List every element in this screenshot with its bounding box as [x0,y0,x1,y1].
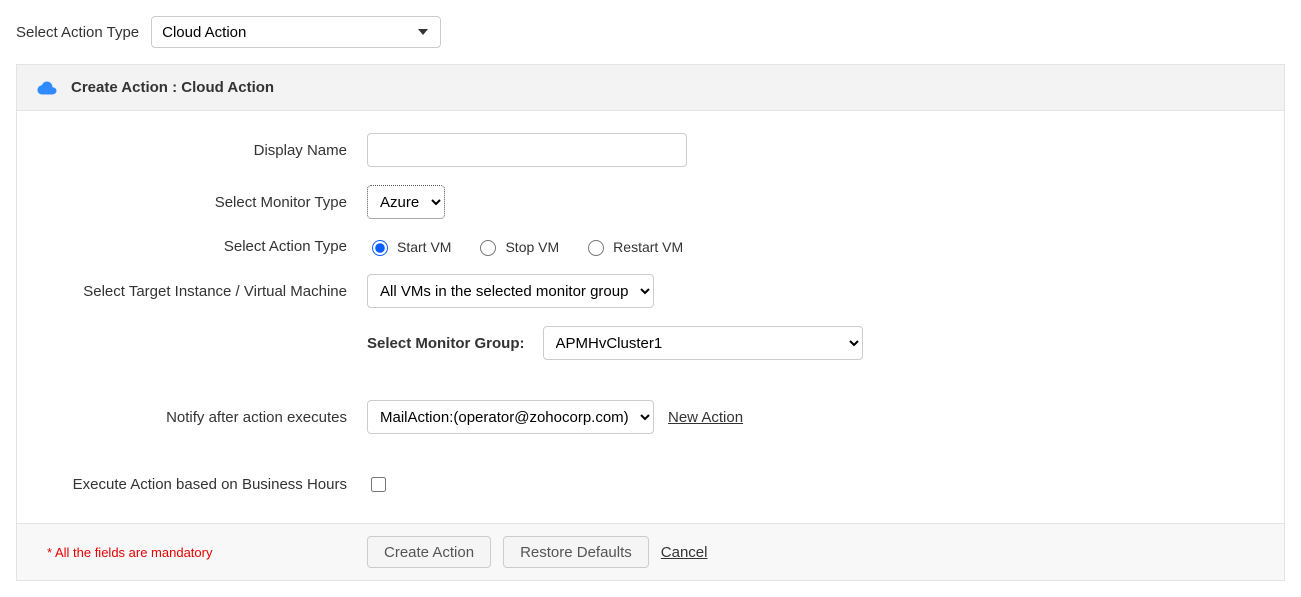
cancel-link[interactable]: Cancel [661,544,708,561]
radio-restart-vm-label: Restart VM [613,239,683,255]
notify-select[interactable]: MailAction:(operator@zohocorp.com) [367,400,654,434]
radio-restart-vm-input[interactable] [588,240,604,256]
display-name-input[interactable] [367,133,687,167]
business-hours-checkbox[interactable] [371,477,386,492]
radio-start-vm[interactable]: Start VM [367,237,451,256]
monitor-type-select[interactable]: Azure [367,185,445,219]
radio-restart-vm[interactable]: Restart VM [583,237,683,256]
panel-title: Create Action : Cloud Action [71,79,274,96]
radio-stop-vm-input[interactable] [480,240,496,256]
monitor-group-label: Select Monitor Group: [367,335,525,352]
top-action-type-label: Select Action Type [16,24,139,41]
cloud-icon [37,81,57,95]
notify-label: Notify after action executes [47,409,367,426]
radio-stop-vm-label: Stop VM [505,239,559,255]
new-action-link[interactable]: New Action [668,409,743,426]
target-select[interactable]: All VMs in the selected monitor group [367,274,654,308]
mandatory-note: * All the fields are mandatory [47,545,367,560]
create-action-panel: Create Action : Cloud Action Display Nam… [16,64,1285,581]
monitor-group-select[interactable]: APMHvCluster1 [543,326,863,360]
monitor-type-label: Select Monitor Type [47,194,367,211]
radio-stop-vm[interactable]: Stop VM [475,237,559,256]
display-name-label: Display Name [47,142,367,159]
radio-start-vm-input[interactable] [372,240,388,256]
restore-defaults-button[interactable]: Restore Defaults [503,536,649,568]
business-hours-label: Execute Action based on Business Hours [47,476,367,493]
top-action-type-select[interactable]: Cloud Action [151,16,441,48]
radio-start-vm-label: Start VM [397,239,451,255]
target-label: Select Target Instance / Virtual Machine [47,283,367,300]
create-action-button[interactable]: Create Action [367,536,491,568]
action-type-radio-label: Select Action Type [47,238,367,255]
